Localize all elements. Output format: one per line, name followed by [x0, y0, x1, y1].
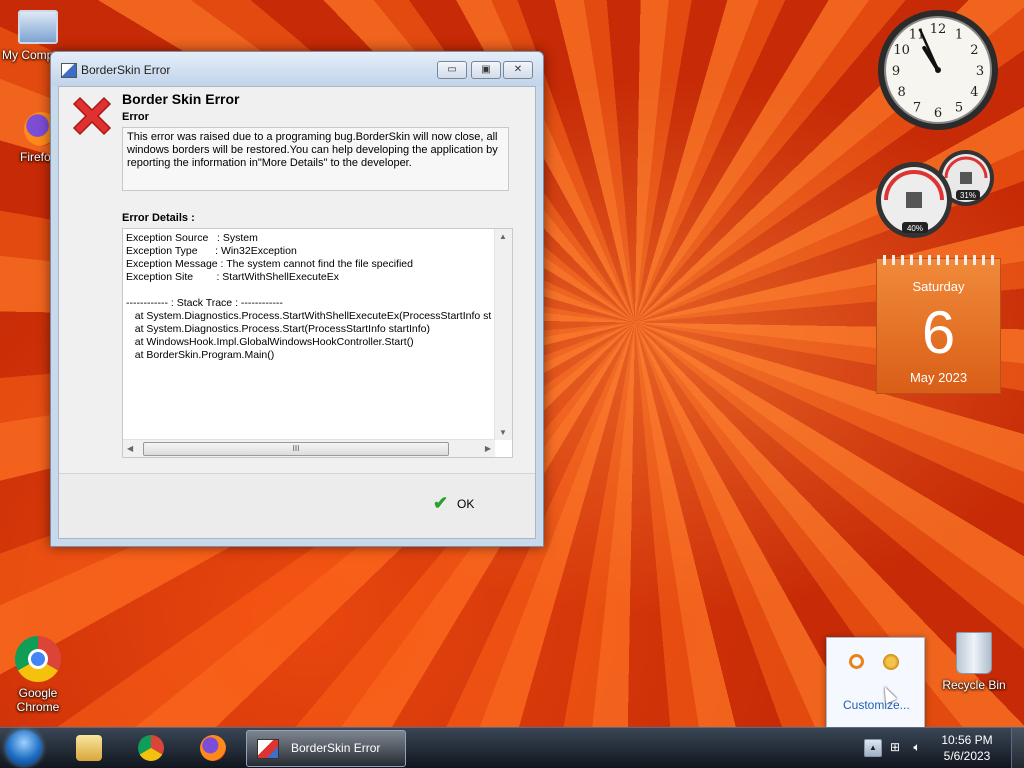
chrome-icon	[15, 636, 61, 682]
recycle-bin-icon	[956, 632, 992, 674]
error-details-label: Error Details :	[122, 212, 195, 224]
scroll-down-icon[interactable]: ▼	[499, 428, 507, 437]
error-x-icon	[72, 96, 112, 136]
scroll-left-icon[interactable]: ◀	[127, 444, 133, 453]
error-details-textbox[interactable]: Exception Source : System Exception Type…	[122, 228, 513, 458]
clock-number: 10	[893, 43, 910, 58]
volume-icon[interactable]: 🔈︎	[910, 740, 924, 754]
ok-label: OK	[457, 497, 475, 511]
task-label: BorderSkin Error	[291, 741, 381, 755]
chrome-icon	[138, 735, 164, 761]
error-details-text: Exception Source : System Exception Type…	[126, 232, 492, 361]
error-dialog: BorderSkin Error ▭ ▣ ✕ Border Skin Error…	[50, 51, 544, 547]
taskbar-date: 5/6/2023	[943, 749, 991, 763]
taskbar-pin-firefox[interactable]	[188, 732, 236, 764]
taskbar-task-borderskin[interactable]: BorderSkin Error	[246, 730, 406, 767]
error-label: Error	[122, 111, 149, 123]
system-tray: ▲ ⊞ 🔈︎ 10:56 PM 5/6/2023	[854, 728, 1024, 768]
scroll-up-icon[interactable]: ▲	[499, 232, 507, 241]
horizontal-scroll-thumb[interactable]: III	[143, 442, 449, 456]
search-icon[interactable]	[849, 654, 864, 669]
error-message: This error was raised due to a programin…	[122, 127, 509, 191]
start-button[interactable]	[6, 730, 42, 766]
dialog-body: Border Skin Error Error This error was r…	[58, 86, 536, 539]
calendar-month: May 2023	[909, 370, 968, 385]
clock-number: 4	[970, 85, 978, 100]
clock-number: 7	[913, 100, 921, 115]
app-icon	[61, 63, 77, 78]
dialog-heading: Border Skin Error	[122, 91, 240, 107]
taskbar-time: 10:56 PM	[941, 733, 993, 747]
show-desktop-button[interactable]	[1011, 728, 1024, 768]
network-icon[interactable]: ⊞	[888, 740, 902, 754]
calendar-rings	[883, 255, 994, 265]
desktop-icon-recycle-bin[interactable]: Recycle Bin	[938, 632, 1010, 692]
customize-link[interactable]: Customize...	[843, 698, 910, 712]
title-bar[interactable]: BorderSkin Error ▭ ▣ ✕	[51, 52, 543, 86]
clock-gadget[interactable]: 12 1234567891011	[876, 8, 1000, 132]
notification-overflow-popup: Customize...	[826, 637, 925, 729]
taskbar-pin-explorer[interactable]	[64, 732, 112, 764]
clock-number: 8	[897, 85, 905, 100]
update-icon[interactable]	[883, 654, 899, 670]
calendar-date: 6	[921, 299, 956, 366]
calendar-day: Saturday	[912, 279, 965, 294]
app-icon	[257, 739, 279, 759]
clock-number: 12	[930, 22, 947, 37]
clock-number: 3	[976, 64, 984, 79]
firefox-icon	[200, 735, 226, 761]
show-hidden-icons-button[interactable]: ▲	[864, 739, 882, 757]
cpu-meter-gadget[interactable]: 40% 31%	[876, 150, 998, 242]
clock-number: 5	[955, 100, 963, 115]
horizontal-scrollbar[interactable]: ◀ III ▶	[123, 439, 495, 457]
clock-number: 6	[934, 106, 942, 121]
vertical-scrollbar[interactable]: ▲ ▼	[494, 229, 512, 440]
taskbar: BorderSkin Error ▲ ⊞ 🔈︎ 10:56 PM 5/6/202…	[0, 727, 1024, 768]
minimize-button[interactable]: ▭	[437, 61, 467, 79]
computer-icon	[18, 10, 58, 44]
clock-number: 1	[955, 28, 963, 43]
ok-button[interactable]: ✔ OK	[433, 492, 493, 516]
maximize-button[interactable]: ▣	[471, 61, 501, 79]
desktop-icon-chrome[interactable]: Google Chrome	[2, 636, 74, 714]
memory-percent: 31%	[960, 191, 976, 200]
desktop-icon-label: Google Chrome	[16, 686, 60, 714]
calendar-gadget[interactable]: Saturday 6 May 2023	[876, 255, 1001, 394]
taskbar-pin-chrome[interactable]	[126, 732, 174, 764]
desktop-icon-label: Recycle Bin	[942, 678, 1006, 692]
folder-icon	[76, 735, 102, 761]
close-button[interactable]: ✕	[503, 61, 533, 79]
checkmark-icon: ✔	[433, 493, 449, 513]
taskbar-clock[interactable]: 10:56 PM 5/6/2023	[934, 732, 1000, 764]
window-title: BorderSkin Error	[81, 63, 171, 77]
button-bar: ✔ OK	[59, 473, 535, 538]
cpu-percent: 40%	[907, 224, 923, 233]
clock-number: 2	[970, 43, 978, 58]
clock-number: 9	[892, 64, 900, 79]
scroll-right-icon[interactable]: ▶	[485, 444, 491, 453]
